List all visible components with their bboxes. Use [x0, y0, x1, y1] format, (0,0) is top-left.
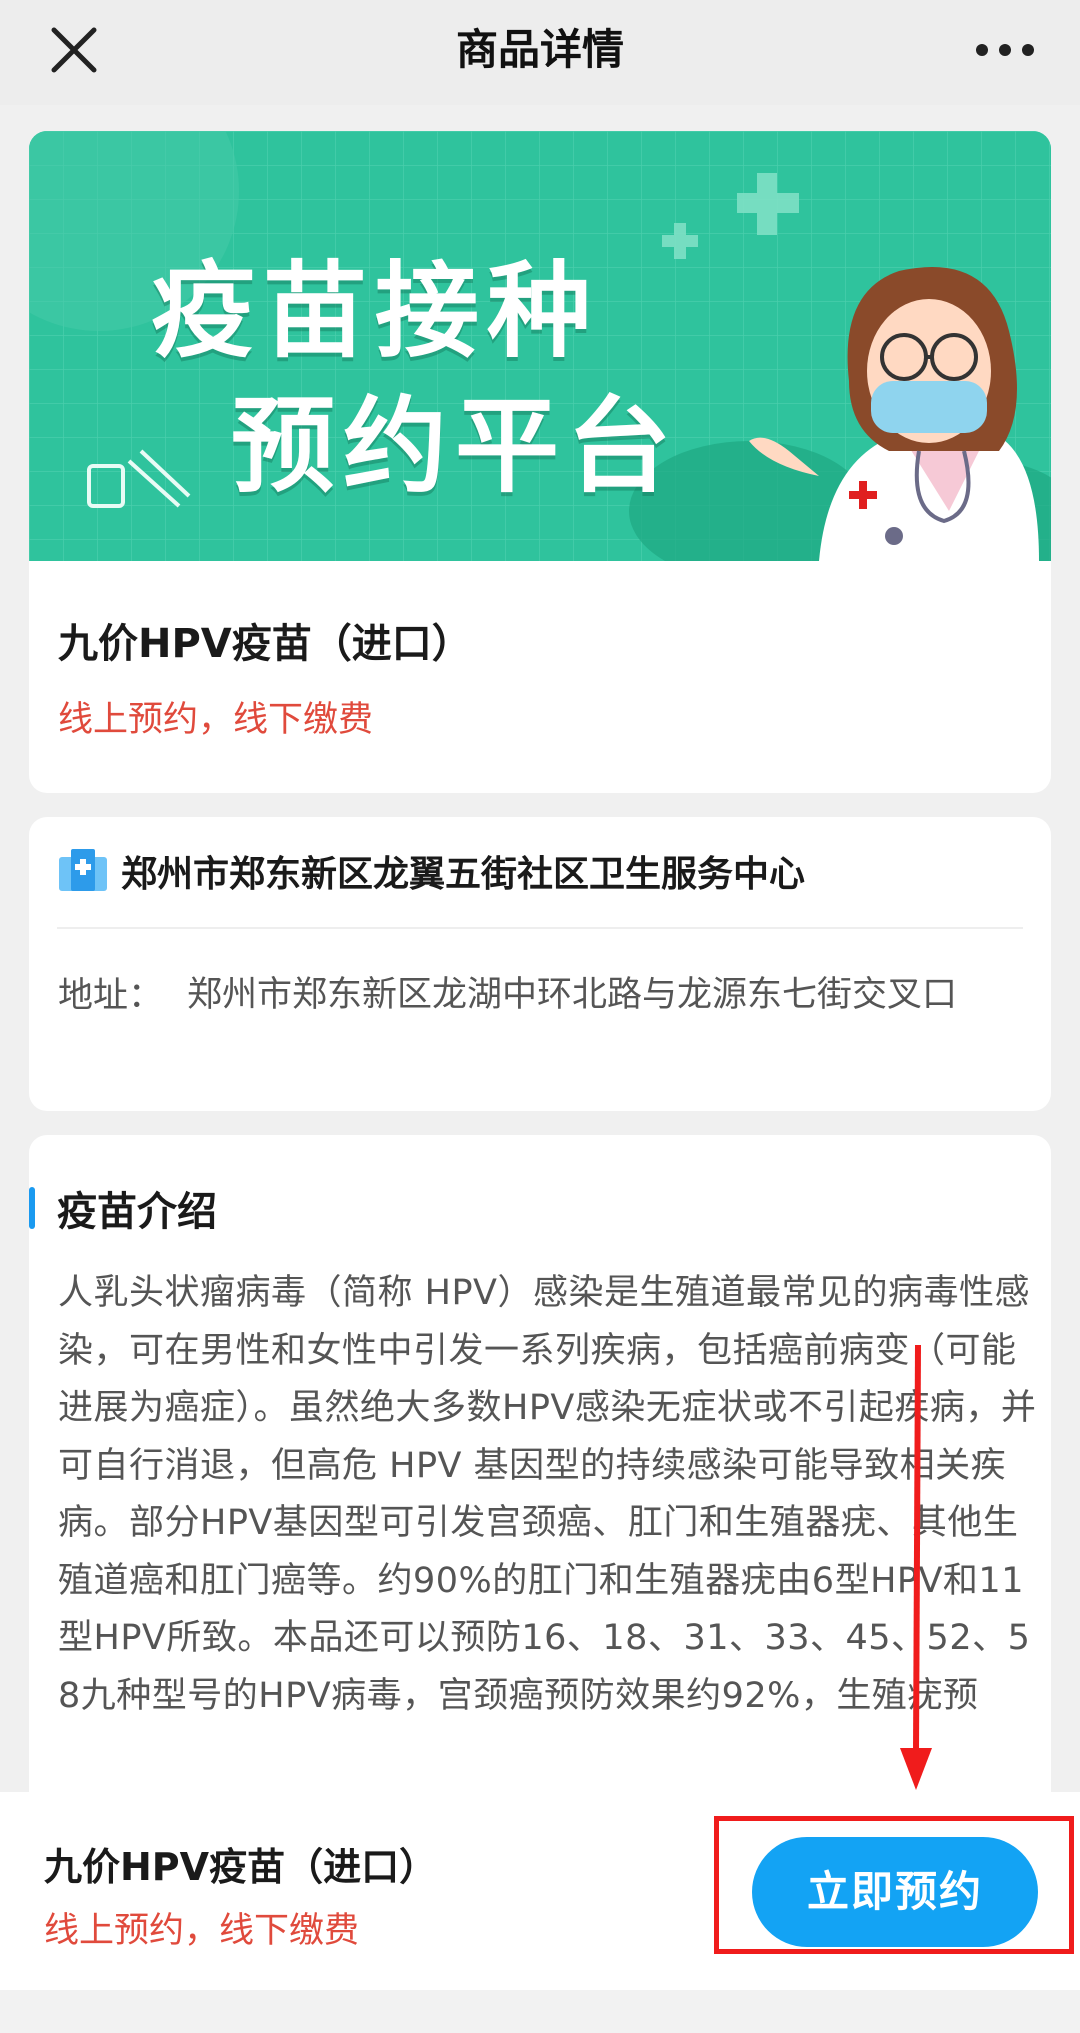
page-title: 商品详情 — [455, 25, 624, 74]
vaccine-intro-card: 疫苗介绍 人乳头状瘤病毒（简称 HPV）感染是生殖道最常见的病毒性感染，可在男性… — [29, 1135, 1051, 1792]
close-icon[interactable] — [46, 22, 102, 78]
product-name: 九价HPV疫苗（进口） — [58, 621, 472, 667]
address-value: 郑州市郑东新区龙湖中环北路与龙源东七街交叉口 — [187, 975, 958, 1015]
home-indicator-area — [0, 1990, 1080, 2033]
bottom-product-name: 九价HPV疫苗（进口） — [44, 1845, 438, 1889]
bottom-payment-note: 线上预约，线下缴费 — [44, 1911, 360, 1951]
section-title: 疫苗介绍 — [57, 1189, 217, 1235]
clinic-name: 郑州市郑东新区龙翼五街社区卫生服务中心 — [121, 854, 806, 895]
more-dots-icon[interactable] — [970, 30, 1040, 70]
product-card: 疫苗接种 预约平台 九价HPV疫苗（进口） 线上预约，线下缴费 — [29, 131, 1051, 793]
content-scroll[interactable]: 疫苗接种 预约平台 九价HPV疫苗（进口） 线上预约，线下缴费 郑州市郑东新区龙… — [0, 105, 1080, 1792]
intro-text: 人乳头状瘤病毒（简称 HPV）感染是生殖道最常见的病毒性感染，可在男性和女性中引… — [58, 1273, 1037, 1716]
annotation-highlight-box — [714, 1816, 1074, 1954]
divider — [57, 927, 1023, 929]
address-label: 地址： — [58, 976, 164, 1016]
hospital-icon — [57, 847, 109, 893]
product-payment-note: 线上预约，线下缴费 — [58, 700, 374, 740]
banner-title-line1: 疫苗接种 — [151, 250, 600, 372]
section-accent-bar — [29, 1187, 35, 1229]
clinic-card[interactable]: 郑州市郑东新区龙翼五街社区卫生服务中心 地址： 郑州市郑东新区龙湖中环北路与龙源… — [29, 817, 1051, 1111]
banner-title-line2: 预约平台 — [231, 385, 680, 507]
top-bar: 商品详情 — [0, 0, 1080, 105]
banner-image: 疫苗接种 预约平台 — [29, 131, 1051, 561]
